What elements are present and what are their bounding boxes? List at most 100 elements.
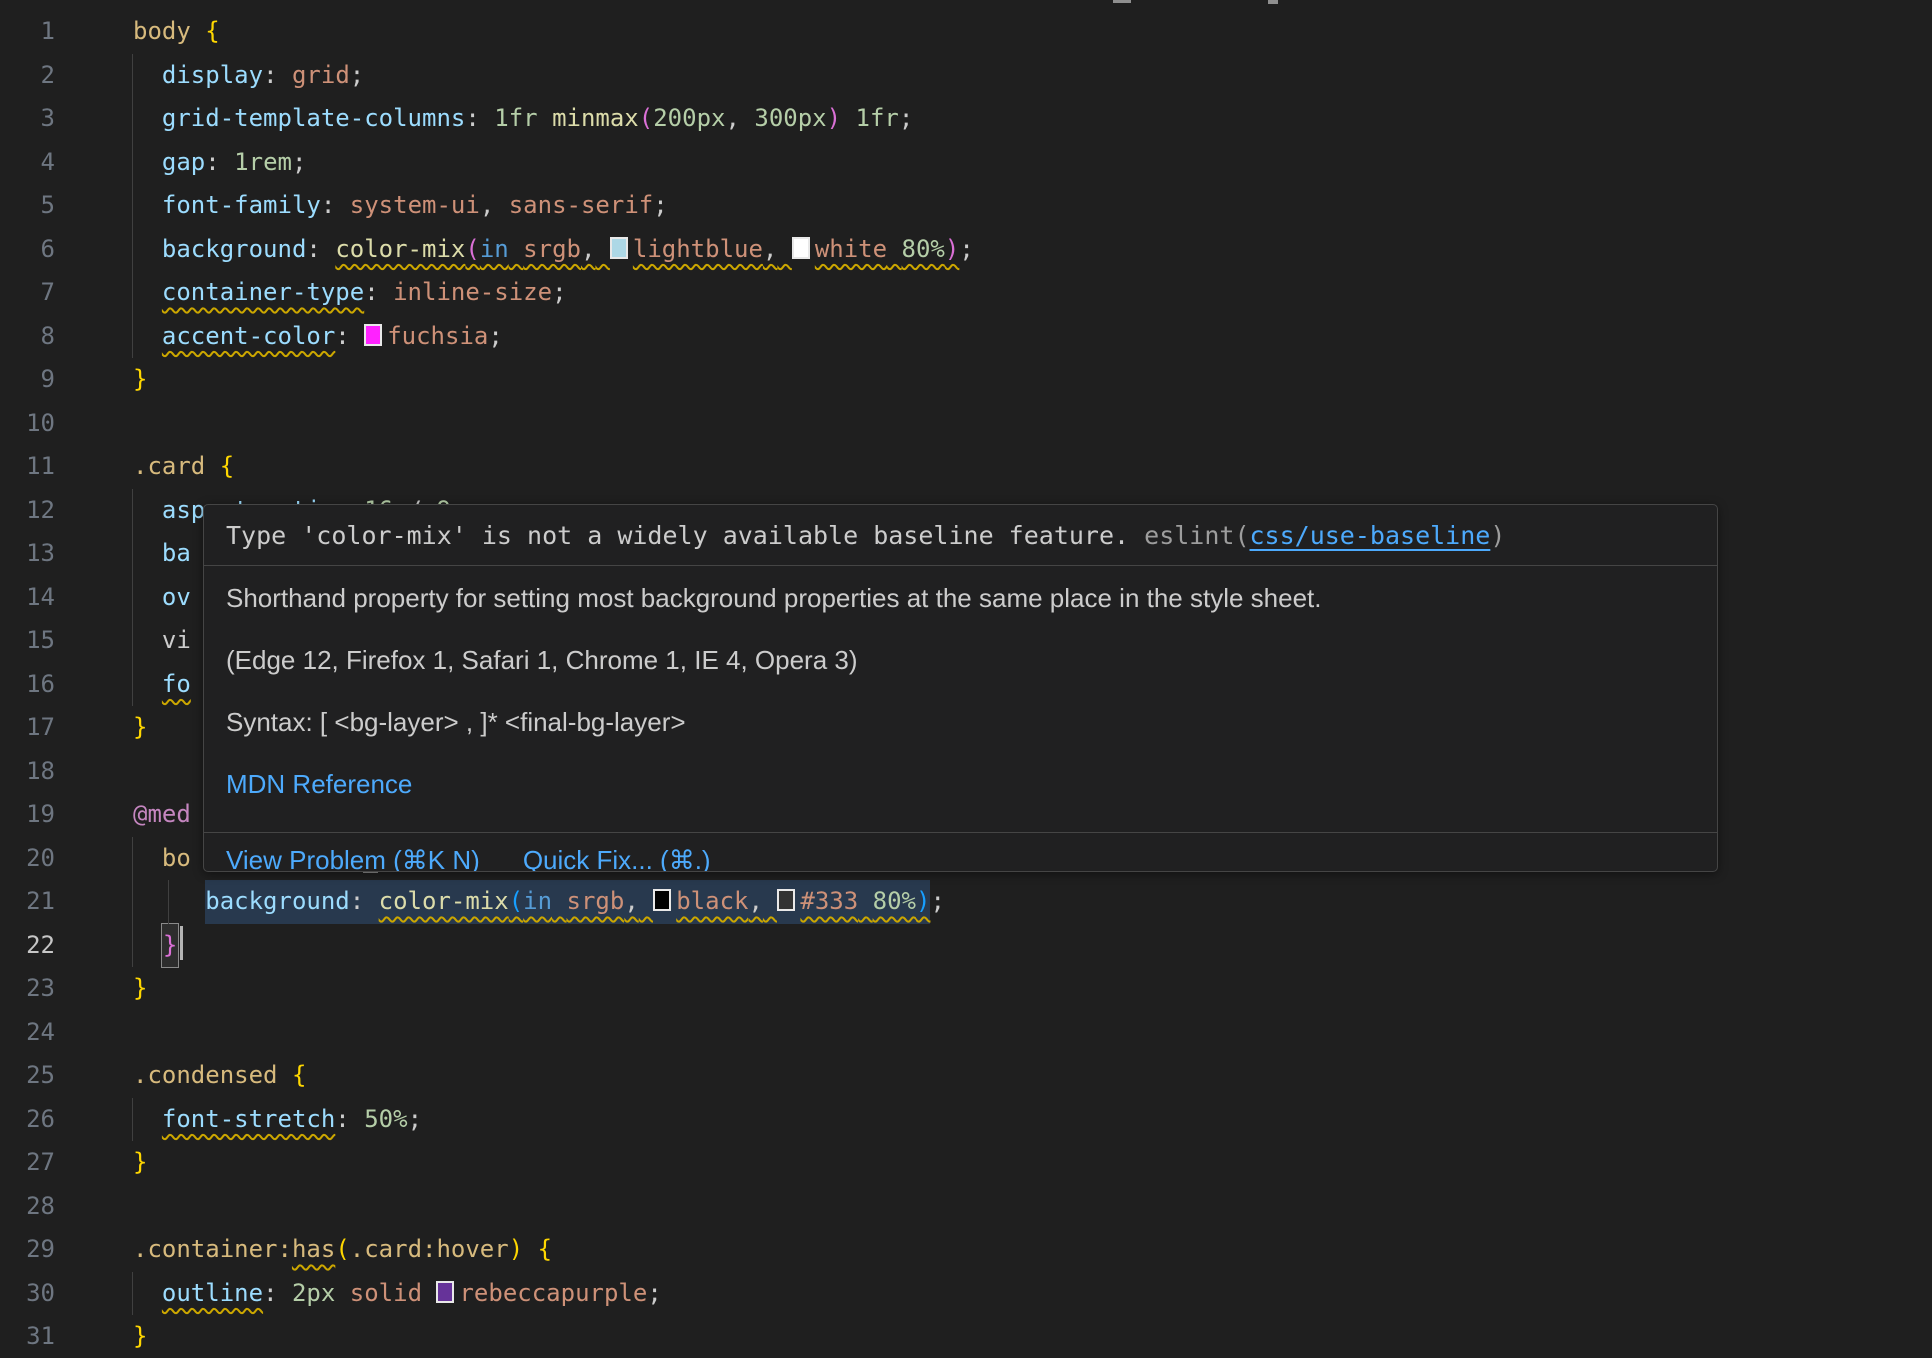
- line-content[interactable]: font-stretch: 50%;: [133, 1098, 422, 1142]
- line-content[interactable]: container-type: inline-size;: [133, 271, 567, 315]
- line-content[interactable]: ba: [133, 532, 191, 576]
- line-content[interactable]: body {: [133, 10, 220, 54]
- code-line[interactable]: 27}: [0, 1141, 1932, 1185]
- code-token: vi: [162, 619, 191, 663]
- code-token: srgb: [567, 880, 625, 924]
- code-line[interactable]: 29.container:has(.card:hover) {: [0, 1228, 1932, 1272]
- code-line[interactable]: 26 font-stretch: 50%;: [0, 1098, 1932, 1142]
- code-token: :: [335, 315, 349, 359]
- line-number: 1: [0, 10, 55, 54]
- line-content[interactable]: background: color-mix(in srgb, lightblue…: [133, 228, 974, 272]
- code-token: display: [162, 54, 263, 98]
- line-number: 6: [0, 228, 55, 272]
- doc-description: Shorthand property for setting most back…: [226, 584, 1695, 612]
- code-token: :: [263, 54, 277, 98]
- indent-guide: [132, 54, 133, 359]
- line-number: 3: [0, 97, 55, 141]
- line-content[interactable]: }: [133, 706, 147, 750]
- code-line[interactable]: 9}: [0, 358, 1932, 402]
- code-line[interactable]: 1 body {: [0, 10, 1932, 54]
- line-content[interactable]: grid-template-columns: 1fr minmax(200px,…: [133, 97, 913, 141]
- code-line[interactable]: 30 outline: 2px solid rebeccapurple;: [0, 1272, 1932, 1316]
- rule-link[interactable]: css/use-baseline: [1250, 521, 1491, 550]
- code-token: }: [133, 1141, 147, 1185]
- code-editor[interactable]: 1body {2 display: grid;3 grid-template-c…: [0, 0, 1932, 1358]
- line-number: 24: [0, 1011, 55, 1055]
- code-token: [335, 1272, 349, 1316]
- code-line[interactable]: 21 background: color-mix(in srgb, black,…: [0, 880, 1932, 924]
- code-line[interactable]: 4 gap: 1rem;: [0, 141, 1932, 185]
- code-token: @med: [133, 793, 191, 837]
- code-token: 2px: [292, 1272, 335, 1316]
- code-token: grid: [292, 54, 350, 98]
- color-swatch[interactable]: [364, 324, 382, 346]
- code-token: in: [480, 228, 509, 272]
- code-line[interactable]: 8 accent-color: fuchsia;: [0, 315, 1932, 359]
- line-number: 2: [0, 54, 55, 98]
- code-line[interactable]: 6 background: color-mix(in srgb, lightbl…: [0, 228, 1932, 272]
- diagnostic-source-close: ): [1490, 521, 1505, 550]
- mdn-reference-link[interactable]: MDN Reference: [226, 769, 412, 799]
- indent-guide: [168, 880, 169, 924]
- code-token: [422, 1272, 436, 1316]
- line-content[interactable]: }: [133, 924, 183, 968]
- color-swatch[interactable]: [610, 237, 628, 259]
- color-swatch[interactable]: [777, 889, 795, 911]
- code-token: [133, 619, 162, 663]
- quick-fix-button[interactable]: Quick Fix... (⌘.): [523, 845, 711, 872]
- line-content[interactable]: vi: [133, 619, 191, 663]
- code-token: [191, 10, 205, 54]
- line-content[interactable]: }: [133, 1141, 147, 1185]
- line-number: 21: [0, 880, 55, 924]
- code-line[interactable]: 23}: [0, 967, 1932, 1011]
- line-content[interactable]: outline: 2px solid rebeccapurple;: [133, 1272, 662, 1316]
- code-token: ,: [581, 228, 595, 272]
- line-content[interactable]: accent-color: fuchsia;: [133, 315, 503, 359]
- code-line[interactable]: 3 grid-template-columns: 1fr minmax(200p…: [0, 97, 1932, 141]
- line-content[interactable]: fo: [133, 663, 191, 707]
- line-number: 10: [0, 402, 55, 446]
- code-token: minmax: [552, 97, 639, 141]
- line-content[interactable]: font-family: system-ui, sans-serif;: [133, 184, 668, 228]
- code-token: [133, 576, 162, 620]
- line-number: 12: [0, 489, 55, 533]
- code-token: system-ui: [350, 184, 480, 228]
- code-line[interactable]: 11 .card {: [0, 445, 1932, 489]
- color-swatch[interactable]: [792, 237, 810, 259]
- code-line[interactable]: 22 }: [0, 924, 1932, 968]
- line-content[interactable]: }: [133, 967, 147, 1011]
- code-line[interactable]: 7 container-type: inline-size;: [0, 271, 1932, 315]
- code-token: gap: [162, 141, 205, 185]
- line-number: 11: [0, 445, 55, 489]
- code-line[interactable]: 2 display: grid;: [0, 54, 1932, 98]
- code-token: [133, 1098, 162, 1142]
- line-content[interactable]: .container:has(.card:hover) {: [133, 1228, 552, 1272]
- code-line[interactable]: 24: [0, 1011, 1932, 1055]
- color-swatch[interactable]: [436, 1281, 454, 1303]
- code-token: [205, 445, 219, 489]
- view-problem-button[interactable]: View Problem (⌘K N): [226, 845, 480, 872]
- code-line[interactable]: 5 font-family: system-ui, sans-serif;: [0, 184, 1932, 228]
- line-content[interactable]: @med: [133, 793, 191, 837]
- line-content[interactable]: .card {: [133, 445, 234, 489]
- code-token: rebeccapurple: [436, 1272, 647, 1316]
- code-line[interactable]: 25.condensed {: [0, 1054, 1932, 1098]
- code-token: ba: [162, 532, 191, 576]
- line-content[interactable]: bo: [133, 837, 191, 881]
- code-line[interactable]: 10: [0, 402, 1932, 446]
- code-token: lightblue: [610, 228, 763, 272]
- code-line[interactable]: 28: [0, 1185, 1932, 1229]
- line-content[interactable]: }: [133, 1315, 147, 1358]
- code-line[interactable]: 31}: [0, 1315, 1932, 1358]
- color-swatch[interactable]: [653, 889, 671, 911]
- line-content[interactable]: display: grid;: [133, 54, 364, 98]
- code-token: [858, 880, 872, 924]
- line-number: 5: [0, 184, 55, 228]
- line-content[interactable]: }: [133, 358, 147, 402]
- code-token: [278, 1272, 292, 1316]
- line-content[interactable]: background: color-mix(in srgb, black, #3…: [133, 880, 945, 924]
- code-token: background: [205, 880, 350, 924]
- line-content[interactable]: gap: 1rem;: [133, 141, 306, 185]
- line-content[interactable]: .condensed {: [133, 1054, 306, 1098]
- line-content[interactable]: ov: [133, 576, 191, 620]
